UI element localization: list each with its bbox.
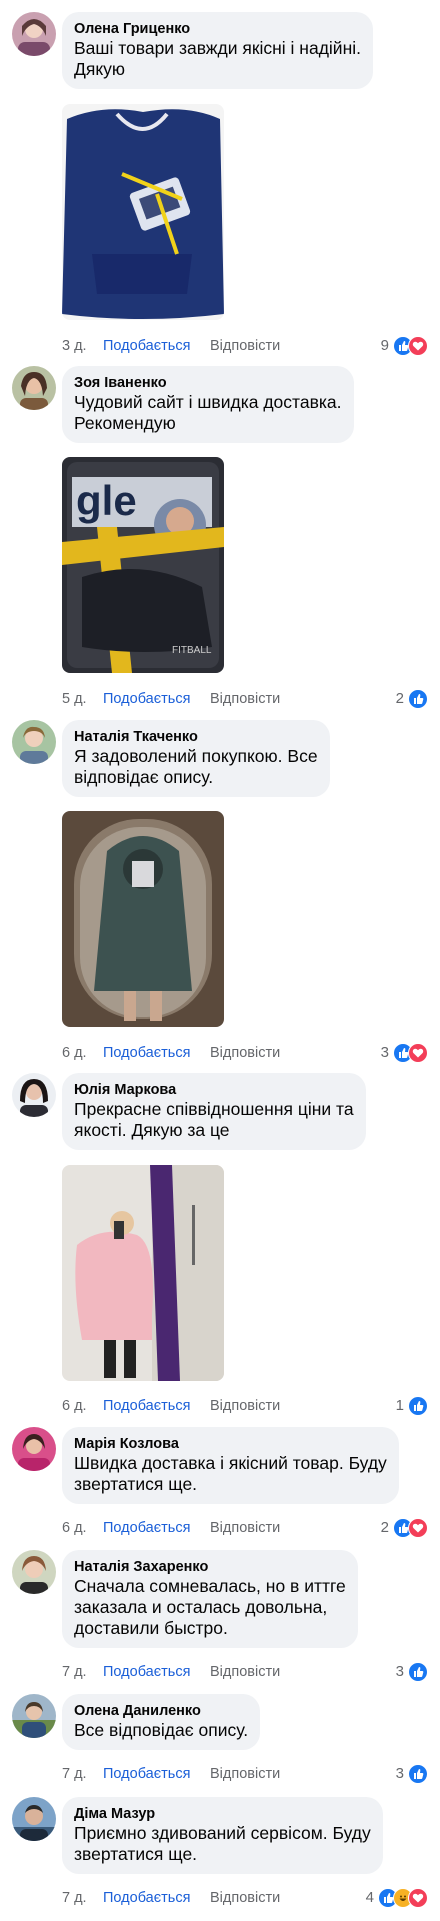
comment-text: Все відповідає опису.: [74, 1720, 249, 1740]
comment-author[interactable]: Наталія Ткаченко: [74, 728, 318, 746]
reactions[interactable]: 3: [381, 1043, 428, 1063]
comment-author[interactable]: Олена Даниленко: [74, 1702, 248, 1720]
reply-button[interactable]: Відповісти: [210, 1662, 280, 1682]
comment-photo[interactable]: gle FITBALL: [62, 457, 224, 673]
comment-time[interactable]: 6 д.: [62, 1396, 87, 1416]
comment-author[interactable]: Наталія Захаренко: [74, 1558, 346, 1576]
comment-text: Чудовий сайт і швидка доставка. Рекоменд…: [74, 392, 342, 433]
love-reaction-icon: [408, 1043, 428, 1063]
comment-text: Ваші товари завжди якісні і надійні. Дяк…: [74, 38, 361, 79]
comment-bubble: Юлія Маркова Прекрасне співвідношення ці…: [62, 1073, 366, 1150]
reply-button[interactable]: Відповісти: [210, 1888, 280, 1908]
comment-actions: 6 д. Подобається Відповісти 2: [62, 1518, 428, 1538]
comment-bubble: Зоя Іваненко Чудовий сайт і швидка доста…: [62, 366, 354, 443]
love-reaction-icon: [408, 1518, 428, 1538]
comment-photo[interactable]: [62, 1165, 224, 1381]
comment-time[interactable]: 7 д.: [62, 1764, 87, 1784]
like-reaction-icon: [408, 1764, 428, 1784]
like-button[interactable]: Подобається: [103, 1518, 190, 1538]
comment-bubble: Наталія Ткаченко Я задоволений покупкою.…: [62, 720, 330, 797]
reactions[interactable]: 9: [381, 336, 428, 356]
reaction-count: 1: [395, 1397, 404, 1414]
like-button[interactable]: Подобається: [103, 1662, 190, 1682]
comment-time[interactable]: 6 д.: [62, 1518, 87, 1538]
reactions[interactable]: 2: [396, 689, 428, 709]
reactions[interactable]: 4: [366, 1888, 428, 1908]
comment-actions: 7 д. Подобається Відповісти 4: [62, 1888, 428, 1908]
like-button[interactable]: Подобається: [103, 336, 190, 356]
avatar[interactable]: [12, 1694, 56, 1738]
comment-bubble: Олена Даниленко Все відповідає опису.: [62, 1694, 261, 1750]
reaction-count: 2: [380, 1519, 389, 1536]
avatar[interactable]: [12, 366, 56, 410]
reply-button[interactable]: Відповісти: [210, 336, 280, 356]
comment-bubble: Наталія Захаренко Сначала сомневалась, н…: [62, 1550, 358, 1648]
reaction-count: 9: [380, 337, 389, 354]
reaction-count: 2: [395, 690, 404, 707]
avatar[interactable]: [12, 1550, 56, 1594]
like-button[interactable]: Подобається: [103, 1043, 190, 1063]
comment-actions: 6 д. Подобається Відповісти 3: [62, 1043, 428, 1063]
reply-button[interactable]: Відповісти: [210, 1396, 280, 1416]
comment-actions: 7 д. Подобається Відповісти 3: [62, 1662, 428, 1682]
comment-text: Приємно здивований сервісом. Буду зверта…: [74, 1823, 371, 1864]
love-reaction-icon: [408, 336, 428, 356]
avatar[interactable]: [12, 1427, 56, 1471]
reactions[interactable]: 1: [396, 1396, 428, 1416]
reactions[interactable]: 3: [396, 1764, 428, 1784]
reaction-count: 3: [395, 1663, 404, 1680]
reply-button[interactable]: Відповісти: [210, 1518, 280, 1538]
like-reaction-icon: [408, 689, 428, 709]
comment-author[interactable]: Діма Мазур: [74, 1805, 371, 1823]
love-reaction-icon: [408, 1888, 428, 1908]
reaction-count: 4: [365, 1889, 374, 1906]
comment-actions: 6 д. Подобається Відповісти 1: [62, 1396, 428, 1416]
comment-author[interactable]: Олена Гриценко: [74, 20, 361, 38]
reply-button[interactable]: Відповісти: [210, 1043, 280, 1063]
comment-actions: 7 д. Подобається Відповісти 3: [62, 1764, 428, 1784]
like-button[interactable]: Подобається: [103, 689, 190, 709]
like-button[interactable]: Подобається: [103, 1764, 190, 1784]
comment-photo[interactable]: [62, 811, 224, 1027]
svg-text:gle: gle: [76, 477, 137, 524]
comment-text: Сначала сомневалась, но в иттге заказала…: [74, 1576, 346, 1638]
comment-photo[interactable]: [62, 104, 224, 320]
svg-text:FITBALL: FITBALL: [172, 645, 212, 656]
reaction-count: 3: [395, 1765, 404, 1782]
like-reaction-icon: [408, 1662, 428, 1682]
comment-time[interactable]: 7 д.: [62, 1662, 87, 1682]
avatar[interactable]: [12, 720, 56, 764]
like-reaction-icon: [408, 1396, 428, 1416]
avatar[interactable]: [12, 12, 56, 56]
comment-text: Прекрасне співвідношення ціни та якості.…: [74, 1099, 354, 1140]
comment-author[interactable]: Марія Козлова: [74, 1435, 387, 1453]
comment-actions: 3 д. Подобається Відповісти 9: [62, 336, 428, 356]
comment-time[interactable]: 7 д.: [62, 1888, 87, 1908]
comment-text: Швидка доставка і якісний товар. Буду зв…: [74, 1453, 387, 1494]
comment-time[interactable]: 3 д.: [62, 336, 87, 356]
avatar[interactable]: [12, 1797, 56, 1841]
like-button[interactable]: Подобається: [103, 1888, 190, 1908]
comment-bubble: Олена Гриценко Ваші товари завжди якісні…: [62, 12, 373, 89]
comment-bubble: Марія Козлова Швидка доставка і якісний …: [62, 1427, 399, 1504]
avatar[interactable]: [12, 1073, 56, 1117]
comment-time[interactable]: 6 д.: [62, 1043, 87, 1063]
comment-author[interactable]: Юлія Маркова: [74, 1081, 354, 1099]
comment-actions: 5 д. Подобається Відповісти 2: [62, 689, 428, 709]
comment-time[interactable]: 5 д.: [62, 689, 87, 709]
comment-text: Я задоволений покупкою. Все відповідає о…: [74, 746, 318, 787]
like-button[interactable]: Подобається: [103, 1396, 190, 1416]
comment-bubble: Діма Мазур Приємно здивований сервісом. …: [62, 1797, 383, 1874]
reactions[interactable]: 3: [396, 1662, 428, 1682]
reaction-count: 3: [380, 1044, 389, 1061]
reply-button[interactable]: Відповісти: [210, 1764, 280, 1784]
comment-author[interactable]: Зоя Іваненко: [74, 374, 342, 392]
reactions[interactable]: 2: [381, 1518, 428, 1538]
reply-button[interactable]: Відповісти: [210, 689, 280, 709]
